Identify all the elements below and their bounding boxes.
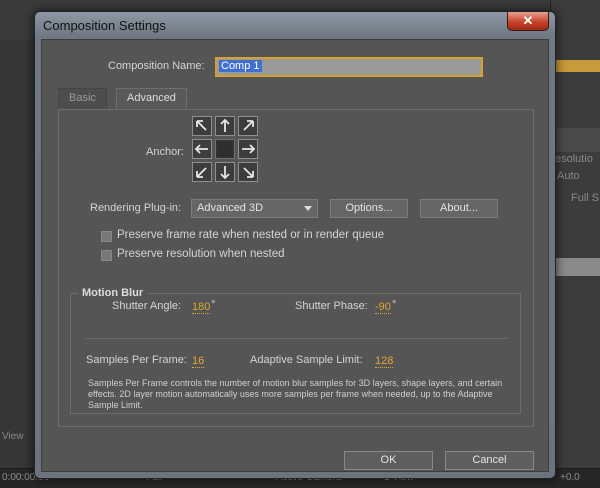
anchor-bottom-left-button[interactable]: [192, 162, 212, 182]
tab-advanced[interactable]: Advanced: [116, 88, 187, 109]
background-accent-strip: [551, 60, 600, 72]
shutter-angle-unit: °: [211, 299, 216, 311]
shutter-phase-label: Shutter Phase:: [295, 300, 368, 312]
center-square-icon: [218, 142, 232, 156]
dialog-content: Composition Name: Comp 1 Basic Advanced …: [41, 39, 549, 472]
ok-button[interactable]: OK: [344, 451, 433, 470]
anchor-left-button[interactable]: [192, 139, 212, 159]
background-view-label: View: [2, 431, 24, 442]
arrow-up-left-icon: [196, 120, 207, 131]
composition-settings-dialog: Composition Settings ✕ Composition Name:…: [34, 11, 556, 479]
rendering-plugin-label: Rendering Plug-in:: [90, 202, 182, 214]
close-button[interactable]: ✕: [507, 12, 549, 31]
samples-per-frame-label: Samples Per Frame:: [86, 354, 187, 366]
background-right-panel: esolutio Auto Full S: [550, 0, 600, 470]
options-button[interactable]: Options...: [330, 199, 408, 218]
background-left-panel: View: [0, 40, 38, 470]
close-icon: ✕: [522, 13, 534, 28]
adaptive-sample-limit-label: Adaptive Sample Limit:: [250, 354, 363, 366]
motion-blur-note: Samples Per Frame controls the number of…: [88, 378, 503, 410]
rendering-plugin-value: Advanced 3D: [197, 202, 264, 214]
arrow-down-icon: [220, 166, 230, 180]
background-exposure: +0.0: [560, 472, 580, 483]
arrow-up-icon: [220, 118, 230, 132]
background-full-label: Full S: [571, 192, 600, 204]
anchor-center-button[interactable]: [215, 139, 235, 159]
anchor-bottom-button[interactable]: [215, 162, 235, 182]
rendering-plugin-dropdown[interactable]: Advanced 3D: [191, 199, 318, 218]
preserve-resolution-checkbox[interactable]: [101, 250, 112, 261]
shutter-angle-value[interactable]: 180: [192, 301, 211, 314]
samples-per-frame-value[interactable]: 16: [192, 355, 205, 368]
anchor-label: Anchor:: [146, 146, 184, 158]
background-panel-row: [551, 258, 600, 276]
shutter-angle-label: Shutter Angle:: [112, 300, 182, 312]
arrow-right-icon: [242, 144, 256, 154]
tab-basic[interactable]: Basic: [58, 88, 107, 109]
background-auto-label: Auto: [557, 170, 580, 182]
arrow-down-left-icon: [196, 167, 207, 178]
background-resolution-label: esolutio: [555, 153, 593, 165]
motion-blur-divider: [86, 338, 508, 339]
shutter-phase-value[interactable]: -90: [375, 301, 391, 314]
cancel-button[interactable]: Cancel: [445, 451, 534, 470]
preserve-frame-rate-label: Preserve frame rate when nested or in re…: [117, 229, 385, 241]
anchor-bottom-right-button[interactable]: [238, 162, 258, 182]
arrow-up-right-icon: [243, 120, 254, 131]
adaptive-sample-limit-value[interactable]: 128: [375, 355, 394, 368]
preserve-frame-rate-checkbox[interactable]: [101, 231, 112, 242]
anchor-top-button[interactable]: [215, 116, 235, 136]
dialog-title: Composition Settings: [43, 18, 166, 33]
composition-name-label: Composition Name:: [108, 60, 205, 72]
about-button[interactable]: About...: [420, 199, 498, 218]
composition-name-input[interactable]: Comp 1: [215, 57, 483, 77]
motion-blur-title: Motion Blur: [78, 287, 148, 299]
arrow-down-right-icon: [243, 167, 254, 178]
shutter-phase-unit: °: [392, 299, 397, 311]
anchor-top-right-button[interactable]: [238, 116, 258, 136]
preserve-resolution-label: Preserve resolution when nested: [117, 248, 285, 260]
anchor-right-button[interactable]: [238, 139, 258, 159]
chevron-down-icon: [304, 206, 312, 211]
anchor-top-left-button[interactable]: [192, 116, 212, 136]
arrow-left-icon: [194, 144, 208, 154]
composition-name-value: Comp 1: [219, 60, 262, 72]
background-panel-row: [551, 128, 600, 152]
